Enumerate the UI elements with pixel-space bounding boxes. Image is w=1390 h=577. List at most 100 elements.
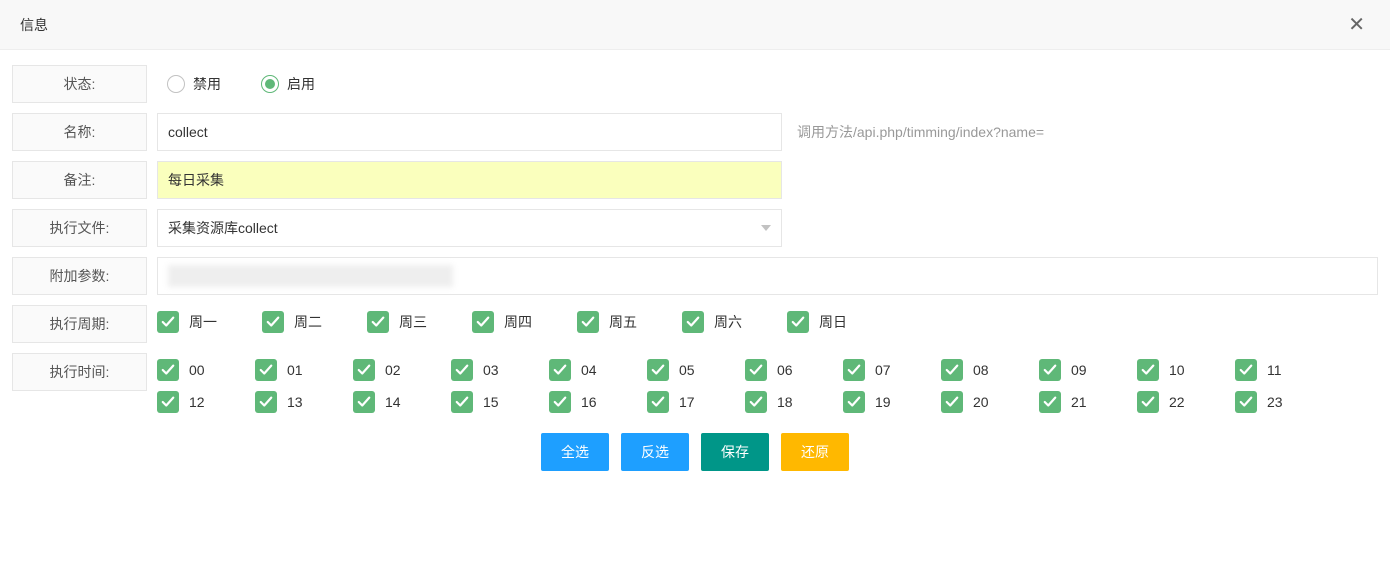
save-button[interactable]: 保存 — [701, 433, 769, 471]
runtime-hour-checkbox[interactable]: 03 — [451, 359, 511, 381]
runtime-hour-checkbox[interactable]: 04 — [549, 359, 609, 381]
checkbox-label: 00 — [189, 362, 205, 378]
radio-icon — [167, 75, 185, 93]
checkbox-checked-icon — [1235, 391, 1257, 413]
checkbox-checked-icon — [1039, 359, 1061, 381]
checkbox-label: 17 — [679, 394, 695, 410]
cycle-day-checkbox[interactable]: 周五 — [577, 311, 637, 333]
chevron-down-icon — [761, 225, 771, 231]
checkbox-checked-icon — [843, 359, 865, 381]
checkbox-label: 04 — [581, 362, 597, 378]
runtime-hour-checkbox[interactable]: 19 — [843, 391, 903, 413]
runtime-hour-checkbox[interactable]: 23 — [1235, 391, 1295, 413]
execfile-select[interactable]: 采集资源库collect — [157, 209, 782, 247]
checkbox-checked-icon — [549, 391, 571, 413]
checkbox-checked-icon — [353, 359, 375, 381]
checkbox-label: 01 — [287, 362, 303, 378]
runtime-hour-checkbox[interactable]: 21 — [1039, 391, 1099, 413]
redacted-content — [168, 265, 453, 287]
radio-label: 禁用 — [193, 74, 221, 94]
runtime-hour-checkbox[interactable]: 07 — [843, 359, 903, 381]
runtime-hour-checkbox[interactable]: 14 — [353, 391, 413, 413]
checkbox-checked-icon — [787, 311, 809, 333]
close-button[interactable]: ✕ — [1343, 12, 1370, 37]
runtime-hour-checkbox[interactable]: 08 — [941, 359, 1001, 381]
runtime-hour-checkbox[interactable]: 22 — [1137, 391, 1197, 413]
checkbox-checked-icon — [647, 391, 669, 413]
runtime-hour-checkbox[interactable]: 18 — [745, 391, 805, 413]
close-icon: ✕ — [1348, 14, 1365, 36]
checkbox-label: 10 — [1169, 362, 1185, 378]
checkbox-label: 周六 — [714, 312, 742, 332]
status-enable-radio[interactable]: 启用 — [261, 74, 315, 94]
radio-checked-icon — [261, 75, 279, 93]
checkbox-checked-icon — [451, 359, 473, 381]
checkbox-checked-icon — [255, 359, 277, 381]
checkbox-checked-icon — [1137, 359, 1159, 381]
remark-label: 备注: — [12, 161, 147, 199]
checkbox-label: 20 — [973, 394, 989, 410]
checkbox-checked-icon — [1137, 391, 1159, 413]
checkbox-label: 12 — [189, 394, 205, 410]
checkbox-checked-icon — [843, 391, 865, 413]
runtime-hour-checkbox[interactable]: 20 — [941, 391, 1001, 413]
checkbox-checked-icon — [157, 391, 179, 413]
checkbox-label: 18 — [777, 394, 793, 410]
checkbox-label: 05 — [679, 362, 695, 378]
checkbox-checked-icon — [157, 311, 179, 333]
checkbox-checked-icon — [157, 359, 179, 381]
params-input[interactable] — [157, 257, 1378, 295]
status-label: 状态: — [12, 65, 147, 103]
runtime-hour-checkbox[interactable]: 17 — [647, 391, 707, 413]
runtime-hour-checkbox[interactable]: 02 — [353, 359, 413, 381]
checkbox-checked-icon — [745, 359, 767, 381]
checkbox-checked-icon — [549, 359, 571, 381]
runtime-hour-checkbox[interactable]: 11 — [1235, 359, 1295, 381]
checkbox-label: 14 — [385, 394, 401, 410]
cycle-day-checkbox[interactable]: 周四 — [472, 311, 532, 333]
checkbox-label: 周三 — [399, 312, 427, 332]
reset-button[interactable]: 还原 — [781, 433, 849, 471]
cycle-day-checkbox[interactable]: 周三 — [367, 311, 427, 333]
invert-button[interactable]: 反选 — [621, 433, 689, 471]
checkbox-label: 16 — [581, 394, 597, 410]
name-label: 名称: — [12, 113, 147, 151]
cycle-day-checkbox[interactable]: 周二 — [262, 311, 322, 333]
name-input[interactable] — [157, 113, 782, 151]
checkbox-checked-icon — [472, 311, 494, 333]
select-value: 采集资源库collect — [168, 218, 278, 238]
checkbox-checked-icon — [451, 391, 473, 413]
execfile-label: 执行文件: — [12, 209, 147, 247]
cycle-day-checkbox[interactable]: 周六 — [682, 311, 742, 333]
runtime-hour-checkbox[interactable]: 06 — [745, 359, 805, 381]
runtime-hour-checkbox[interactable]: 01 — [255, 359, 315, 381]
runtime-hour-checkbox[interactable]: 15 — [451, 391, 511, 413]
status-disable-radio[interactable]: 禁用 — [167, 74, 221, 94]
runtime-hour-checkbox[interactable]: 12 — [157, 391, 217, 413]
runtime-hour-checkbox[interactable]: 09 — [1039, 359, 1099, 381]
runtime-hour-checkbox[interactable]: 13 — [255, 391, 315, 413]
checkbox-label: 08 — [973, 362, 989, 378]
checkbox-label: 周一 — [189, 312, 217, 332]
checkbox-label: 11 — [1267, 362, 1282, 378]
runtime-hour-checkbox[interactable]: 00 — [157, 359, 217, 381]
checkbox-label: 23 — [1267, 394, 1283, 410]
checkbox-checked-icon — [745, 391, 767, 413]
select-all-button[interactable]: 全选 — [541, 433, 609, 471]
runtime-hour-checkbox[interactable]: 10 — [1137, 359, 1197, 381]
checkbox-label: 13 — [287, 394, 303, 410]
checkbox-checked-icon — [353, 391, 375, 413]
checkbox-checked-icon — [577, 311, 599, 333]
checkbox-label: 03 — [483, 362, 499, 378]
checkbox-label: 周二 — [294, 312, 322, 332]
radio-label: 启用 — [287, 74, 315, 94]
runtime-hour-checkbox[interactable]: 05 — [647, 359, 707, 381]
checkbox-label: 周五 — [609, 312, 637, 332]
cycle-day-checkbox[interactable]: 周日 — [787, 311, 847, 333]
remark-input[interactable] — [157, 161, 782, 199]
checkbox-checked-icon — [1039, 391, 1061, 413]
cycle-label: 执行周期: — [12, 305, 147, 343]
cycle-day-checkbox[interactable]: 周一 — [157, 311, 217, 333]
checkbox-checked-icon — [255, 391, 277, 413]
runtime-hour-checkbox[interactable]: 16 — [549, 391, 609, 413]
